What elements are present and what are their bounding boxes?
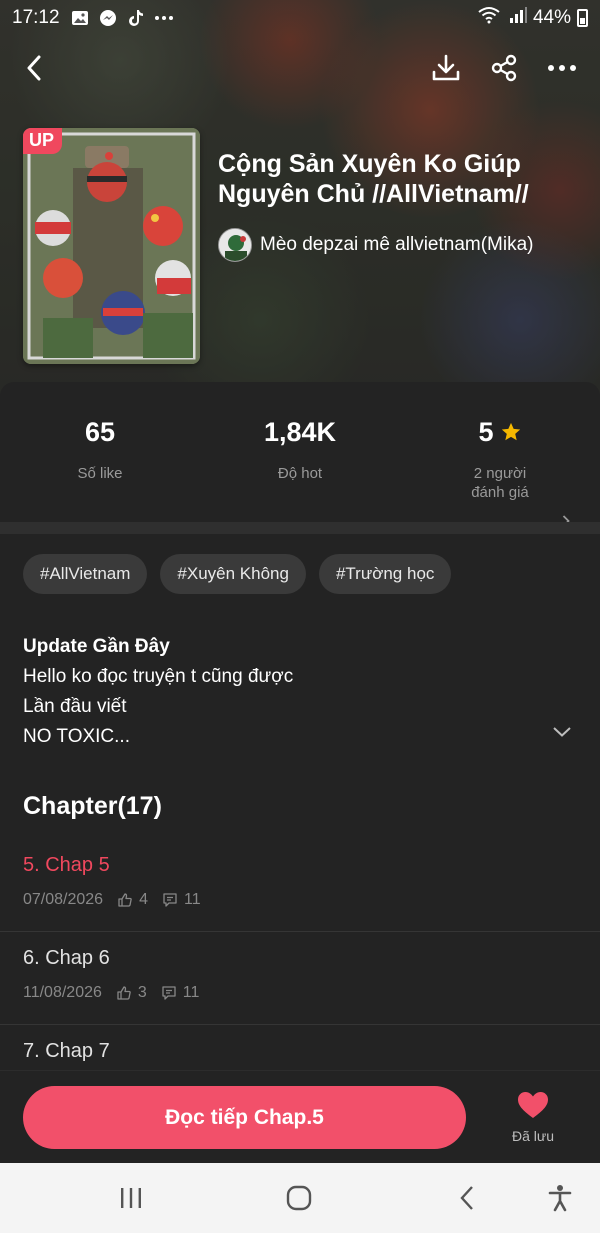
update-heading: Update Gần Đây	[23, 636, 170, 657]
chapter-title: 5. Chap 5	[23, 854, 110, 876]
likes-count: 65	[84, 417, 116, 447]
back-arrow-icon	[27, 55, 41, 81]
chapter-date: 11/08/2026	[23, 984, 102, 1001]
thumbs-up-icon	[118, 893, 132, 907]
download-icon	[432, 54, 460, 81]
chapter-row[interactable]: 5. Chap 5 07/08/2026 4 11	[0, 840, 600, 932]
gallery-icon	[70, 9, 90, 27]
home-button[interactable]	[279, 1181, 319, 1215]
chapter-title: 7. Chap 7	[23, 1040, 110, 1062]
hot-label: Độ hot	[277, 465, 323, 482]
recent-apps-button[interactable]	[111, 1181, 151, 1215]
thumbs-up-icon	[117, 986, 131, 1000]
saved-label: Đã lưu	[511, 1128, 555, 1144]
story-detail-panel: 65 Số like 1,84K Độ hot 5 2 người đánh g…	[0, 382, 600, 1082]
story-title: Cộng Sản Xuyên Ko Giúp Nguyên Chủ //AllV…	[218, 150, 529, 208]
update-badge: UP	[23, 128, 63, 154]
cover-illustration	[23, 128, 200, 364]
status-time: 17:12	[12, 7, 60, 28]
author-avatar	[218, 228, 252, 262]
rating-value: 5	[478, 417, 494, 447]
system-back-button[interactable]	[447, 1181, 487, 1215]
likes-label: Số like	[77, 465, 123, 482]
signal-icon	[509, 7, 527, 29]
chapter-comments: 11	[182, 984, 200, 1001]
stats-row: 65 Số like 1,84K Độ hot 5 2 người đánh g…	[0, 412, 600, 527]
status-bar: 17:12 44%	[0, 0, 600, 36]
save-button[interactable]: Đã lưu	[500, 1091, 566, 1144]
more-icon	[548, 65, 576, 71]
more-dots-icon	[154, 9, 174, 27]
expand-chevron-icon[interactable]	[553, 724, 571, 742]
more-options-button[interactable]	[544, 48, 580, 88]
update-line: Hello ko đọc truyện t cũng được	[23, 666, 294, 687]
chapter-likes: 4	[139, 891, 148, 908]
continue-reading-button[interactable]: Đọc tiếp Chap.5	[23, 1086, 466, 1149]
accessibility-icon	[548, 1185, 572, 1212]
tag-chip[interactable]: #AllVietnam	[23, 554, 148, 594]
likes-stat: 65 Số like	[0, 412, 200, 483]
share-icon	[491, 54, 517, 82]
comment-icon	[162, 986, 176, 1000]
back-button[interactable]	[16, 48, 52, 88]
chapter-comments: 11	[183, 891, 201, 908]
story-cover[interactable]: UP	[23, 128, 200, 364]
update-line: Lần đầu viết	[23, 696, 127, 717]
share-button[interactable]	[486, 48, 522, 88]
recent-apps-icon	[121, 1188, 141, 1208]
tiktok-icon	[126, 9, 146, 27]
top-bar	[0, 40, 600, 96]
bottom-action-bar: Đọc tiếp Chap.5 Đã lưu	[0, 1070, 600, 1163]
rating-label: 2 người đánh giá	[471, 465, 529, 501]
chapter-meta: 07/08/2026 4 11	[23, 891, 201, 909]
messenger-icon	[98, 9, 118, 27]
recent-update[interactable]: Update Gần Đây Hello ko đọc truyện t cũn…	[23, 632, 583, 752]
system-navigation-bar	[0, 1163, 600, 1233]
chapter-meta: 11/08/2026 3 11	[23, 984, 199, 1002]
accessibility-button[interactable]	[540, 1181, 580, 1215]
battery-icon	[577, 9, 588, 27]
rating-stat[interactable]: 5 2 người đánh giá	[400, 412, 600, 502]
hot-stat: 1,84K Độ hot	[200, 412, 400, 483]
chapter-date: 07/08/2026	[23, 891, 104, 908]
comment-icon	[163, 893, 177, 907]
star-icon	[501, 422, 520, 441]
download-button[interactable]	[428, 48, 464, 88]
tag-list: #AllVietnam #Xuyên Không #Trường học	[23, 554, 452, 594]
hot-count: 1,84K	[263, 417, 337, 447]
author-name: Mèo depzai mê allvietnam(Mika)	[260, 234, 534, 255]
wifi-icon	[477, 6, 503, 30]
chapter-title: 6. Chap 6	[23, 947, 110, 969]
tag-chip[interactable]: #Xuyên Không	[160, 554, 306, 594]
back-chevron-icon	[460, 1186, 473, 1210]
home-icon	[286, 1185, 312, 1211]
heart-icon	[518, 1092, 548, 1118]
section-divider	[0, 522, 600, 534]
update-line: NO TOXIC...	[23, 726, 130, 747]
battery-percent: 44%	[532, 7, 571, 28]
tag-chip[interactable]: #Trường học	[318, 554, 452, 594]
author-link[interactable]: Mèo depzai mê allvietnam(Mika)	[218, 228, 534, 262]
chapter-likes: 3	[137, 984, 147, 1001]
chapters-heading: Chapter(17)	[23, 792, 162, 820]
chapter-row[interactable]: 6. Chap 6 11/08/2026 3 11	[0, 933, 600, 1025]
